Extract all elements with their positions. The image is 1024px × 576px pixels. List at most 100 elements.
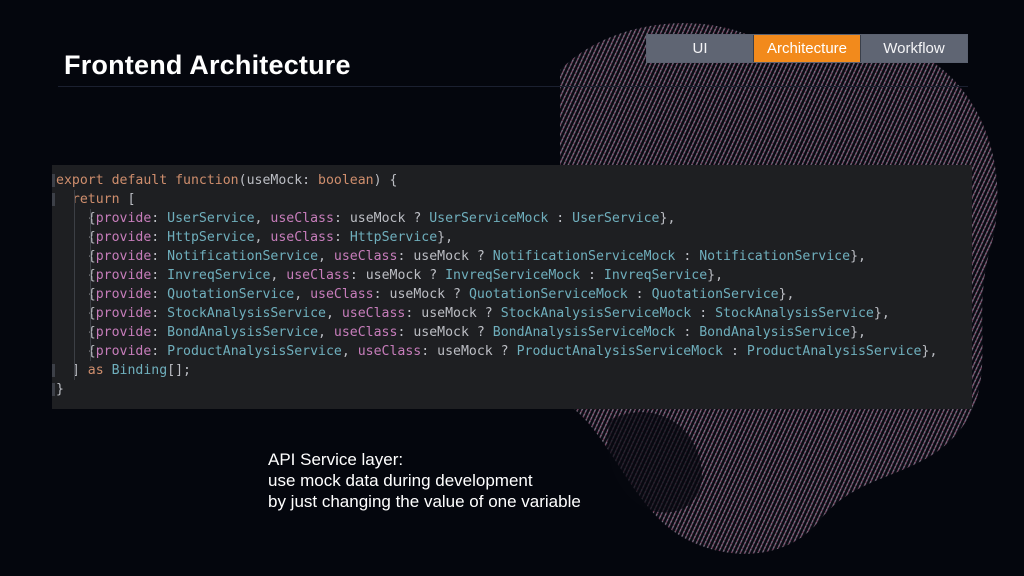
code-token: provide — [95, 230, 152, 245]
code-token: : — [691, 306, 716, 321]
code-line: {provide: UserService, useClass: useMock… — [52, 209, 972, 228]
code-token: useMock — [437, 344, 493, 359]
indent-guide — [74, 190, 75, 209]
code-token: , — [254, 211, 271, 226]
code-token: : — [333, 230, 350, 245]
code-token: ? — [445, 287, 469, 302]
code-token: : — [373, 287, 390, 302]
code-token: Binding — [111, 363, 168, 378]
indent-guide — [74, 266, 75, 285]
code-line: {provide: BondAnalysisService, useClass:… — [52, 323, 972, 342]
code-token: ? — [405, 211, 430, 226]
code-token: QuotationService — [167, 287, 295, 302]
code-token: provide — [95, 325, 152, 340]
tab-architecture[interactable]: Architecture — [754, 35, 861, 62]
code-token: ? — [421, 268, 446, 283]
code-token: export default function — [56, 173, 239, 188]
code-token: ? — [468, 325, 493, 340]
code-token: : — [302, 173, 319, 188]
indent-guide — [74, 323, 75, 342]
code-token: : — [723, 344, 747, 359]
code-token: UserService — [167, 211, 255, 226]
indent-guide — [90, 209, 91, 228]
code-token: : — [405, 306, 422, 321]
code-token: provide — [95, 344, 152, 359]
code-line: {provide: HttpService, useClass: HttpSer… — [52, 228, 972, 247]
code-token: : — [333, 211, 350, 226]
code-token: : — [151, 211, 168, 226]
code-token: : — [151, 325, 168, 340]
indent-guide — [74, 209, 75, 228]
fold-marker-icon — [52, 383, 55, 396]
title-divider — [58, 86, 968, 87]
code-token: BondAnalysisService — [167, 325, 319, 340]
tab-ui[interactable]: UI — [647, 35, 754, 62]
code-token: : — [397, 325, 414, 340]
code-token: ) { — [373, 173, 398, 188]
code-token: useClass — [310, 287, 374, 302]
code-token: useClass — [286, 268, 350, 283]
fold-marker-icon — [52, 174, 55, 187]
code-token: , — [254, 230, 271, 245]
code-token: [ — [127, 192, 136, 207]
code-token: }, — [873, 306, 890, 321]
code-token: UserServiceMock — [429, 211, 549, 226]
code-token: provide — [95, 249, 152, 264]
code-token: , — [325, 306, 342, 321]
caption-line: use mock data during development — [268, 471, 533, 490]
code-token: useClass — [270, 230, 334, 245]
code-token: BondAnalysisService — [699, 325, 851, 340]
indent-guide — [74, 285, 75, 304]
code-token: }, — [778, 287, 795, 302]
code-token: }, — [707, 268, 724, 283]
code-token: StockAnalysisServiceMock — [500, 306, 692, 321]
code-token: StockAnalysisService — [167, 306, 326, 321]
caption-line: API Service layer: — [268, 450, 404, 469]
code-line: export default function(useMock: boolean… — [52, 171, 972, 190]
code-line: {provide: ProductAnalysisService, useCla… — [52, 342, 972, 361]
code-token: , — [294, 287, 311, 302]
code-snippet: export default function(useMock: boolean… — [52, 165, 972, 409]
code-token: return — [56, 192, 128, 207]
code-token: , — [341, 344, 358, 359]
code-line: return [ — [52, 190, 972, 209]
code-token: ( — [238, 173, 247, 188]
tab-workflow[interactable]: Workflow — [861, 35, 967, 62]
code-token: NotificationService — [167, 249, 319, 264]
code-token: ? — [476, 306, 501, 321]
code-token: : — [151, 230, 168, 245]
code-line: {provide: NotificationService, useClass:… — [52, 247, 972, 266]
slide-title: Frontend Architecture — [64, 50, 351, 80]
code-token: useClass — [357, 344, 422, 359]
code-token: useMock — [413, 325, 469, 340]
code-token: : — [580, 268, 604, 283]
code-token: } — [56, 382, 64, 397]
caption-line: by just changing the value of one variab… — [268, 492, 581, 511]
code-token: NotificationService — [699, 249, 851, 264]
code-token: : — [397, 249, 414, 264]
code-line: {provide: StockAnalysisService, useClass… — [52, 304, 972, 323]
code-token: , — [318, 249, 334, 264]
code-token: , — [318, 325, 334, 340]
code-token: useMock — [389, 287, 446, 302]
code-line: {provide: InvreqService, useClass: useMo… — [52, 266, 972, 285]
code-token: , — [270, 268, 287, 283]
code-token: InvreqService — [167, 268, 271, 283]
code-token: ProductAnalysisService — [167, 344, 342, 359]
code-token: : — [349, 268, 366, 283]
code-token: : — [421, 344, 438, 359]
code-token: }, — [437, 230, 454, 245]
code-token: useMock — [413, 249, 469, 264]
code-token: ProductAnalysisServiceMock — [516, 344, 723, 359]
code-token: }, — [850, 325, 866, 340]
code-token: ProductAnalysisService — [746, 344, 922, 359]
caption-text: API Service layer: use mock data during … — [268, 449, 581, 512]
code-token: provide — [95, 268, 152, 283]
code-token: provide — [95, 287, 152, 302]
indent-guide — [90, 342, 91, 361]
code-token: StockAnalysisService — [715, 306, 874, 321]
indent-guide — [74, 304, 75, 323]
indent-guide — [90, 285, 91, 304]
code-token: }, — [850, 249, 866, 264]
code-token: ? — [492, 344, 517, 359]
